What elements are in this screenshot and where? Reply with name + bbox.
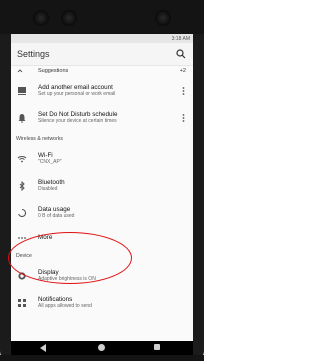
data-usage-icon: [18, 208, 27, 218]
wifi-title: Wi-Fi: [38, 152, 53, 159]
email-account-icon: [18, 87, 26, 95]
annotation-circle: [8, 232, 132, 284]
chevron-up-icon: [17, 69, 23, 73]
notifications-subtitle: All apps allowed to send: [38, 303, 92, 309]
screen: 3:18 AM Settings Suggestions +2 Add anot…: [11, 34, 193, 355]
section-label: Wireless & networks: [16, 136, 63, 142]
data-usage-subtitle: 0 B of data used: [38, 213, 75, 219]
data-usage-item[interactable]: Data usage 0 B of data used: [11, 200, 193, 227]
status-time: 3:18 AM: [171, 36, 190, 42]
status-bar: 3:18 AM: [11, 34, 193, 43]
suggestion-dnd-schedule[interactable]: Set Do Not Disturb schedule Silence your…: [11, 105, 193, 132]
suggestions-label: Suggestions: [38, 68, 69, 74]
suggestion-subtitle: Silence your device at certain times: [38, 118, 117, 124]
wifi-icon: [17, 156, 27, 163]
more-vert-icon[interactable]: [182, 86, 185, 96]
app-bar: Settings: [11, 43, 193, 66]
suggestion-title: Add another email account: [38, 84, 113, 91]
bell-icon: [18, 114, 26, 123]
suggestions-count: +2: [179, 68, 186, 74]
more-vert-icon[interactable]: [182, 113, 185, 123]
data-usage-title: Data usage: [38, 206, 71, 213]
recents-icon[interactable]: [154, 344, 160, 350]
wifi-subtitle: "CNX_AP": [38, 159, 62, 165]
suggestion-subtitle: Set up your personal or work email: [38, 91, 116, 97]
bluetooth-title: Bluetooth: [38, 179, 65, 186]
notifications-item[interactable]: Notifications All apps allowed to send: [11, 290, 193, 317]
bluetooth-icon: [19, 181, 25, 191]
navigation-bar: [11, 341, 193, 355]
page-title: Settings: [17, 49, 50, 59]
back-icon[interactable]: [40, 344, 46, 352]
bottom-bezel: [0, 355, 204, 361]
search-icon[interactable]: [176, 49, 186, 59]
suggestions-header[interactable]: Suggestions +2: [11, 66, 193, 78]
suggestion-add-email[interactable]: Add another email account Set up your pe…: [11, 78, 193, 105]
top-bezel: [0, 0, 204, 34]
speaker-grille-center: [61, 10, 77, 26]
notifications-title: Notifications: [38, 296, 73, 303]
bluetooth-subtitle: Disabled: [38, 186, 58, 192]
phone-frame: 3:18 AM Settings Suggestions +2 Add anot…: [0, 0, 204, 361]
bluetooth-item[interactable]: Bluetooth Disabled: [11, 173, 193, 200]
home-icon[interactable]: [98, 344, 105, 351]
wireless-section-header: Wireless & networks: [11, 132, 193, 146]
wifi-item[interactable]: Wi-Fi "CNX_AP": [11, 146, 193, 173]
apps-icon: [18, 299, 26, 307]
suggestion-title: Set Do Not Disturb schedule: [38, 111, 118, 118]
speaker-grille-right: [155, 10, 171, 26]
speaker-grille-left: [33, 10, 49, 26]
